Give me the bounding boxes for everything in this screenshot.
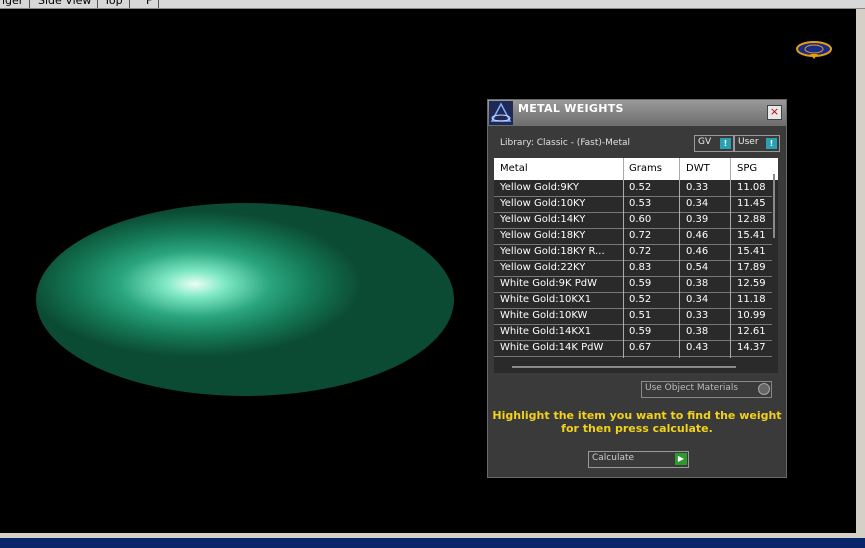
spg-cell: 11.45 [737,198,766,209]
matrix-logo-icon [489,101,513,125]
grams-cell: 0.83 [629,262,652,273]
gv-toggle[interactable]: GV ! [694,135,734,152]
metal-cell: Yellow Gold:14KY [500,214,586,225]
gv-toggle-label: GV [698,137,712,147]
spg-cell: 15.41 [737,246,766,257]
toggle-indicator-icon: ! [720,138,731,149]
grams-cell: 0.72 [629,230,652,241]
dwt-cell: 0.39 [686,214,709,225]
app-logo-icon [796,41,832,59]
spg-cell: 12.88 [737,214,766,225]
instruction-text: Highlight the item you want to find the … [488,409,786,435]
grams-cell: 0.53 [629,198,652,209]
user-toggle[interactable]: User ! [734,135,780,152]
dialog-titlebar[interactable]: METAL WEIGHTS × [488,100,786,126]
column-header-grams[interactable]: Grams [629,163,662,174]
dwt-cell: 0.34 [686,294,709,305]
close-button[interactable]: × [767,105,782,120]
calculate-button[interactable]: Calculate ▶ [588,451,689,468]
window-right-edge [856,9,865,533]
column-header-dwt[interactable]: DWT [686,163,710,174]
spg-cell: 12.59 [737,278,766,289]
tab-front[interactable]: F [140,0,160,8]
grams-cell: 0.51 [629,310,652,321]
tab-top[interactable]: Top [98,0,130,8]
column-divider [679,180,680,358]
vertical-scrollbar[interactable] [773,174,775,238]
tab-finger[interactable]: nger [0,0,31,8]
metal-cell: Yellow Gold:10KY [500,198,586,209]
column-divider [730,180,731,358]
metal-table: Metal Grams DWT SPG Yellow Gold:9KY 0.52 0… [494,158,778,373]
radio-indicator-icon [758,383,770,395]
grams-cell: 0.67 [629,342,652,353]
grams-cell: 0.59 [629,326,652,337]
dialog-title: METAL WEIGHTS [518,102,624,115]
metal-cell: White Gold:9K PdW [500,278,597,289]
grams-cell: 0.52 [629,182,652,193]
metal-cell: White Gold:14KX1 [500,326,592,337]
dwt-cell: 0.46 [686,230,709,241]
spg-cell: 11.08 [737,182,766,193]
calculate-label: Calculate [592,453,635,463]
taskbar [0,538,865,548]
spg-cell: 15.41 [737,230,766,241]
column-header-spg[interactable]: SPG [737,163,757,174]
grams-cell: 0.60 [629,214,652,225]
column-header-metal[interactable]: Metal [500,163,528,174]
dwt-cell: 0.54 [686,262,709,273]
spg-cell: 11.18 [737,294,766,305]
column-divider[interactable] [679,158,680,180]
dwt-cell: 0.43 [686,342,709,353]
tab-side-view[interactable]: Side View [32,0,99,8]
horizontal-scrollbar[interactable] [512,366,736,368]
play-arrow-icon: ▶ [675,453,687,465]
spg-cell: 12.61 [737,326,766,337]
spg-cell: 10.99 [737,310,766,321]
user-toggle-label: User [738,137,759,147]
dwt-cell: 0.46 [686,246,709,257]
dwt-cell: 0.34 [686,198,709,209]
metal-cell: Yellow Gold:18KY R... [500,246,605,257]
use-object-materials-toggle[interactable]: Use Object Materials [641,381,772,398]
column-divider[interactable] [730,158,731,180]
dwt-cell: 0.33 [686,182,709,193]
library-label: Library: Classic - (Fast)-Metal [500,138,631,148]
grams-cell: 0.59 [629,278,652,289]
metal-cell: Yellow Gold:18KY [500,230,586,241]
table-header: Metal Grams DWT SPG [494,158,778,180]
close-icon: × [769,105,780,118]
toggle-indicator-icon: ! [766,138,777,149]
metal-cell: Yellow Gold:22KY [500,262,586,273]
dwt-cell: 0.38 [686,278,709,289]
metal-cell: White Gold:10KW [500,310,588,321]
dwt-cell: 0.38 [686,326,709,337]
grams-cell: 0.72 [629,246,652,257]
view-tabs-bar: nger Side View Top F [0,0,865,9]
column-divider [623,180,624,358]
metal-cell: Yellow Gold:9KY [500,182,579,193]
spg-cell: 14.37 [737,342,766,353]
use-object-materials-label: Use Object Materials [645,383,739,393]
metal-cell: White Gold:14K PdW [500,342,604,353]
instruction-line-2: for then press calculate. [561,422,713,435]
instruction-line-1: Highlight the item you want to find the … [492,409,782,422]
metal-weights-dialog: METAL WEIGHTS × Library: Classic - (Fast… [487,99,787,478]
spg-cell: 17.89 [737,262,766,273]
dwt-cell: 0.33 [686,310,709,321]
column-divider[interactable] [623,158,624,180]
gem-model[interactable] [36,203,454,396]
metal-cell: White Gold:10KX1 [500,294,592,305]
grams-cell: 0.52 [629,294,652,305]
